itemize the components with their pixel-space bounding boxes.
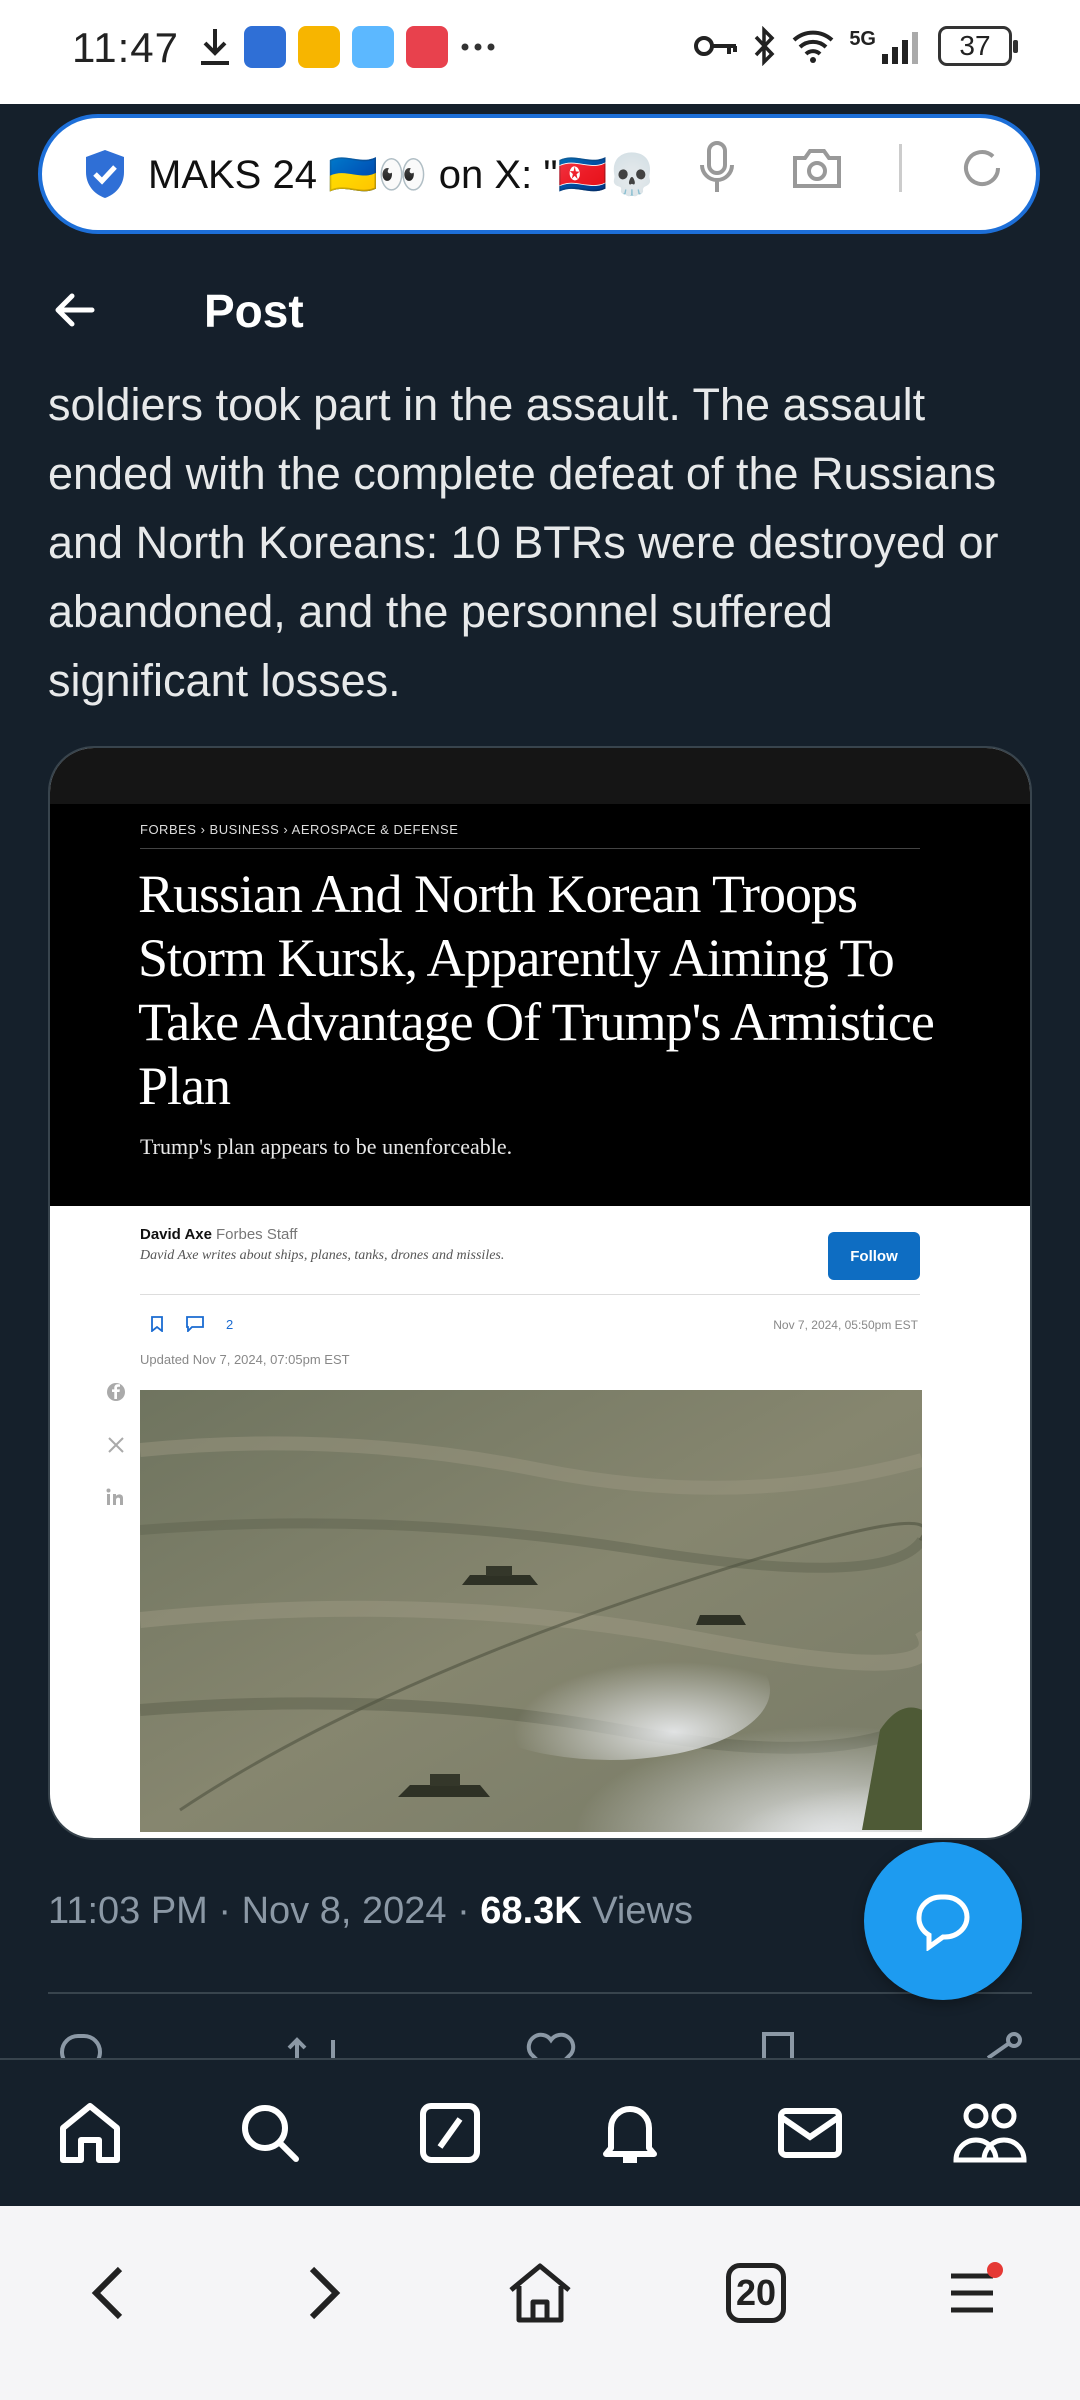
status-bar: 11:47 5G 37 [0, 0, 1080, 104]
like-icon[interactable] [523, 2030, 579, 2060]
tweet-meta: 11:03 PM · Nov 8, 2024 · 68.3K Views [48, 1890, 693, 1933]
url-text[interactable]: MAKS 24 🇺🇦👀 on X: "🇰🇵💀 [148, 151, 708, 198]
wifi-icon [792, 30, 834, 63]
search-icon [242, 2105, 299, 2162]
article-rule [140, 1294, 920, 1295]
page-header: Post [0, 240, 1080, 380]
bottom-nav [0, 2058, 1080, 2206]
repost-icon[interactable] [285, 2030, 345, 2060]
facebook-icon [107, 1383, 125, 1401]
article-updated: Updated Nov 7, 2024, 07:05pm EST [140, 1352, 350, 1367]
nav-communities[interactable] [950, 2093, 1030, 2173]
browser-url-bar[interactable]: MAKS 24 🇺🇦👀 on X: "🇰🇵💀 [38, 114, 1040, 234]
author-role: Forbes Staff [215, 1226, 298, 1243]
author-name: David Axe [140, 1226, 212, 1243]
weibo-icon [298, 26, 340, 68]
bookmark-icon [151, 1316, 163, 1332]
article-published: Nov 7, 2024, 05:50pm EST [773, 1318, 918, 1332]
article-photo [140, 1390, 922, 1832]
system-icons: 5G 37 [693, 26, 1018, 66]
breadcrumb-separator: › [200, 822, 210, 837]
camera-icon[interactable] [791, 146, 843, 190]
notifications-icon [603, 2106, 657, 2163]
nav-notifications[interactable] [590, 2093, 670, 2173]
divider [48, 1992, 1032, 1994]
back-icon [91, 2266, 123, 2320]
article-breadcrumb: FORBES › BUSINESS › AEROSPACE & DEFENSE [140, 822, 458, 837]
breadcrumb-separator: › [283, 822, 292, 837]
battery-indicator: 37 [938, 26, 1018, 66]
x-icon [108, 1437, 124, 1453]
nav-home[interactable] [50, 2093, 130, 2173]
refresh-icon[interactable] [958, 144, 1006, 192]
bookmark-icon[interactable] [758, 2030, 798, 2060]
browser-tabs-button[interactable]: 20 [711, 2248, 801, 2338]
nav-grok[interactable] [410, 2093, 490, 2173]
breadcrumb-business: BUSINESS [209, 822, 280, 837]
article-author: David Axe Forbes Staff [140, 1226, 297, 1243]
tweet-actions [56, 2030, 1026, 2060]
more-icon [461, 43, 495, 51]
forward-icon [309, 2266, 341, 2320]
back-arrow-icon[interactable] [46, 282, 102, 338]
linkedin-icon [106, 1488, 123, 1505]
media-top-band [50, 748, 1030, 804]
app-icon-blue [244, 26, 286, 68]
tweet-media-image[interactable]: FORBES › BUSINESS › AEROSPACE & DEFENSE … [48, 746, 1032, 1840]
breadcrumb-section: AEROSPACE & DEFENSE [291, 822, 459, 837]
url-actions [699, 140, 1006, 196]
nav-search[interactable] [230, 2093, 310, 2173]
author-bio: David Axe writes about ships, planes, ta… [140, 1248, 505, 1263]
signal-icon [882, 32, 918, 64]
browser-back-button[interactable] [63, 2248, 153, 2338]
browser-menu-button[interactable] [927, 2248, 1017, 2338]
tabs-count: 20 [735, 2272, 777, 2313]
tweet-timestamp[interactable]: 11:03 PM · Nov 8, 2024 · [48, 1890, 480, 1932]
page-title: Post [204, 285, 304, 337]
notification-dot [987, 2262, 1003, 2278]
home-icon [509, 2263, 571, 2323]
breadcrumb-rule [140, 848, 920, 849]
article-meta: 2 [150, 1316, 233, 1332]
messages-icon [778, 2108, 842, 2158]
article-subtitle: Trump's plan appears to be unenforceable… [140, 1134, 513, 1159]
breadcrumb-forbes: FORBES [140, 822, 197, 837]
article-follow-button: Follow [828, 1232, 920, 1280]
browser-forward-button[interactable] [279, 2248, 369, 2338]
compose-reply-fab[interactable] [864, 1842, 1022, 2000]
views-count[interactable]: 68.3K [480, 1890, 581, 1932]
shield-check-icon [86, 150, 124, 198]
browser-home-button[interactable] [495, 2248, 585, 2338]
article-share [106, 1382, 126, 1506]
weather-icon [352, 26, 394, 68]
share-icon[interactable] [976, 2030, 1026, 2060]
tabs-icon: 20 [726, 2263, 786, 2323]
views-label: Views [581, 1890, 693, 1932]
network-type: 5G [849, 27, 876, 50]
reply-bubble-icon [916, 1894, 970, 1951]
browser-toolbar: 20 [0, 2206, 1080, 2400]
comment-icon [186, 1316, 204, 1332]
download-icon [201, 29, 229, 65]
huawei-icon [406, 26, 448, 68]
divider [899, 144, 902, 192]
notification-icons [198, 26, 496, 68]
status-time: 11:47 [72, 24, 179, 71]
key-icon [694, 36, 738, 56]
bluetooth-icon [755, 26, 775, 66]
microphone-icon[interactable] [699, 140, 735, 196]
comment-count: 2 [226, 1316, 234, 1332]
home-icon [60, 2103, 120, 2163]
communities-icon [953, 2103, 1027, 2163]
article-title: Russian And North Korean Troops Storm Ku… [138, 864, 935, 1116]
reply-icon[interactable] [56, 2030, 106, 2060]
battery-level: 37 [959, 30, 991, 61]
tank-field-photo [140, 1390, 922, 1832]
nav-messages[interactable] [770, 2093, 850, 2173]
grok-icon [420, 2103, 480, 2163]
tweet-text: soldiers took part in the assault. The a… [48, 379, 999, 706]
